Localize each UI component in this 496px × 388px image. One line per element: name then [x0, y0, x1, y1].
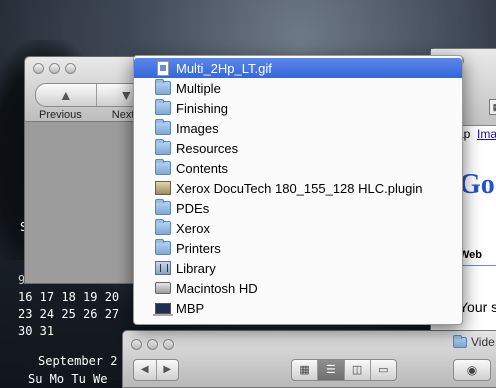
folder-icon	[155, 99, 171, 115]
window-controls	[131, 339, 174, 350]
menu-item[interactable]: Xerox DocuTech 180_155_128 HLC.plugin	[134, 178, 462, 198]
finder-window-bottom: Vide ◀ ▶ ▦ ☰ ◫ ▭ ◉	[122, 330, 496, 388]
menu-item-label: Images	[176, 120, 219, 136]
folder-icon	[453, 334, 467, 348]
menu-item[interactable]: Images	[134, 118, 462, 138]
laptop-icon	[153, 302, 173, 316]
nav-labels: Previous Next	[39, 109, 134, 121]
calendar-month: September 2	[38, 354, 118, 368]
menu-item[interactable]: Printers	[134, 238, 462, 258]
zoom-button[interactable]	[163, 339, 174, 350]
folder-icon	[155, 239, 171, 255]
minimize-button[interactable]	[147, 339, 158, 350]
menu-item-label: Multi_2Hp_LT.gif	[176, 60, 272, 76]
close-button[interactable]	[33, 63, 44, 74]
calendar-row: 23 24 25 26 27	[18, 307, 120, 321]
zoom-button[interactable]	[65, 63, 76, 74]
icon-view-button[interactable]: ▦	[292, 360, 319, 380]
arrow-down-icon: ▼	[119, 87, 134, 103]
menu-item-label: Library	[176, 260, 216, 276]
folder-icon	[155, 119, 171, 135]
menu-item-label: Xerox	[176, 220, 210, 236]
menu-item-label: Contents	[176, 160, 229, 176]
quick-look-button[interactable]: ◉	[453, 359, 491, 381]
calendar-row: 16 17 18 19 20	[18, 290, 120, 304]
images-link[interactable]: Ima	[477, 127, 496, 141]
folder-icon	[155, 79, 171, 95]
cover-flow-button[interactable]: ▭	[371, 360, 396, 380]
menu-item-label: Printers	[176, 240, 221, 256]
window-title-text: Vide	[471, 335, 495, 349]
gif-file-icon	[157, 60, 169, 76]
menu-item[interactable]: Contents	[134, 158, 462, 178]
menu-item[interactable]: Resources	[134, 138, 462, 158]
folder-icon	[155, 219, 171, 235]
menu-item[interactable]: Finishing	[134, 98, 462, 118]
menu-item[interactable]: Multi_2Hp_LT.gif	[134, 58, 462, 78]
hard-disk-icon	[155, 282, 171, 294]
calendar-row: 30 31	[18, 324, 55, 338]
logo-letter: Go	[459, 169, 495, 200]
minimize-button[interactable]	[49, 63, 60, 74]
menu-item-label: Resources	[176, 140, 239, 156]
grid-icon[interactable]: ▦	[489, 99, 496, 115]
arrow-up-icon: ▲	[58, 87, 73, 103]
folder-icon	[155, 199, 171, 215]
menu-item[interactable]: MBP	[134, 298, 462, 318]
menu-item-label: Multiple	[176, 80, 221, 96]
menu-item-label: MBP	[176, 300, 205, 316]
google-logo: Go	[459, 169, 495, 201]
list-view-button[interactable]: ☰	[318, 360, 345, 380]
back-label: Previous	[39, 109, 82, 121]
column-view-button[interactable]: ◫	[345, 360, 371, 380]
back-button[interactable]: ▲	[36, 84, 97, 106]
menu-item[interactable]: Library	[134, 258, 462, 278]
menu-item-label: Finishing	[176, 100, 229, 116]
window-title: Vide	[453, 334, 495, 349]
menu-item-label: Macintosh HD	[176, 280, 258, 296]
plugin-icon	[155, 181, 171, 195]
back-button[interactable]: ◀	[134, 360, 157, 380]
menu-item-label: PDEs	[176, 200, 210, 216]
view-mode-control: ▦ ☰ ◫ ▭	[291, 359, 397, 381]
back-forward-control: ◀ ▶	[133, 359, 179, 381]
menu-item[interactable]: Macintosh HD	[134, 278, 462, 298]
path-popup-menu: Multi_2Hp_LT.gif Multiple Finishing Imag…	[133, 55, 463, 325]
results-text-fragment: Your s	[459, 299, 496, 315]
menu-item[interactable]: Xerox	[134, 218, 462, 238]
folder-icon	[155, 139, 171, 155]
window-controls	[33, 63, 76, 74]
menu-item[interactable]: Multiple	[134, 78, 462, 98]
eye-icon: ◉	[466, 363, 478, 377]
menu-item-label: Xerox DocuTech 180_155_128 HLC.plugin	[176, 180, 423, 196]
menu-item[interactable]: PDEs	[134, 198, 462, 218]
calendar-weekdays: Su Mo Tu We	[28, 372, 108, 386]
folder-icon	[155, 159, 171, 175]
forward-label: Next	[111, 109, 135, 121]
close-button[interactable]	[131, 339, 142, 350]
forward-button[interactable]: ▶	[157, 360, 179, 380]
library-icon	[155, 261, 171, 275]
